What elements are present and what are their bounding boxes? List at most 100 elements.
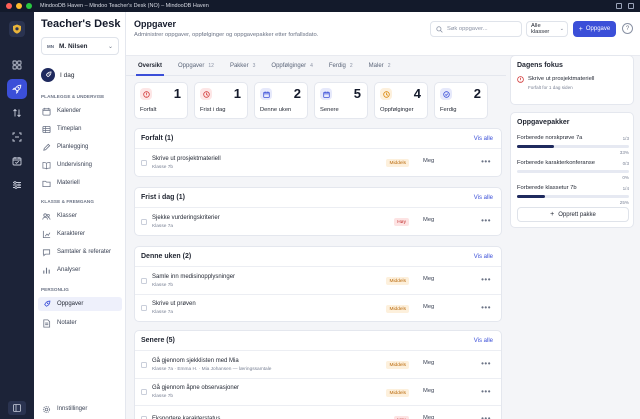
- more-options-icon[interactable]: •••: [481, 216, 491, 225]
- rail-transfer-button[interactable]: [7, 103, 27, 123]
- note-icon: [42, 318, 51, 328]
- sidebar-item-calendar[interactable]: Kalender: [38, 104, 122, 118]
- sidebar-item-analytics[interactable]: Analyser: [38, 263, 122, 277]
- sidebar-item-classes[interactable]: Klasser: [38, 209, 122, 223]
- task-name: Skrive ut prosjektmateriell: [152, 155, 221, 162]
- view-all-link[interactable]: Vis alle: [474, 338, 493, 344]
- tab-maler[interactable]: Maler 2: [361, 56, 399, 76]
- rail-scan-button[interactable]: [7, 127, 27, 147]
- help-icon[interactable]: ?: [622, 23, 633, 34]
- view-all-link[interactable]: Vis alle: [474, 254, 493, 260]
- sidebar-item-label: I dag: [60, 71, 75, 79]
- sidebar-item-planning[interactable]: Planlegging: [38, 140, 122, 154]
- task-group-header: Forfalt (1) Vis alle: [135, 129, 501, 149]
- task-row[interactable]: Gå gjennom sjekklisten med Mia Klasse 7a …: [135, 351, 501, 378]
- stat-card[interactable]: 2 Denne uken: [254, 82, 308, 119]
- user-switcher[interactable]: MN M. Nilsen ⌄: [41, 37, 119, 55]
- tab-label: Ferdig: [328, 62, 346, 69]
- stat-card[interactable]: 4 Oppfølginger: [374, 82, 428, 119]
- package-item[interactable]: Forberede karakterkonferanse 0/3 0%: [517, 160, 629, 180]
- tab-pakker[interactable]: Pakker 3: [222, 56, 263, 76]
- more-options-icon[interactable]: •••: [481, 414, 491, 419]
- brand-title: Teacher's Desk: [41, 18, 121, 30]
- sidebar-item-settings[interactable]: Innstillinger: [38, 402, 122, 416]
- new-task-button[interactable]: + Oppgave: [573, 21, 616, 37]
- sidebar-toggle-icon: [13, 404, 21, 412]
- sidebar-toggle-button[interactable]: [8, 401, 26, 415]
- task-name: Skrive ut prøven: [152, 301, 196, 307]
- task-checkbox[interactable]: [141, 277, 147, 284]
- close-window-button[interactable]: [6, 3, 12, 9]
- more-options-icon[interactable]: •••: [481, 359, 491, 368]
- sidebar-item-tasks[interactable]: Oppgaver: [38, 297, 122, 311]
- view-all-link[interactable]: Vis alle: [474, 195, 493, 201]
- task-row[interactable]: Eksportere karakterstatusHøyMeg•••: [135, 405, 501, 419]
- more-options-icon[interactable]: •••: [481, 387, 491, 396]
- packages-panel: Oppgavepakker Forberede norskprøve 7a 1/3…: [510, 112, 634, 228]
- stat-card[interactable]: 5 Senere: [314, 82, 368, 119]
- more-options-icon[interactable]: •••: [481, 157, 491, 166]
- sidebar-item-notes[interactable]: Notater: [38, 316, 122, 330]
- create-package-label: Opprett pakke: [558, 211, 596, 218]
- main-content: Oppgaver Administrer oppgaver, oppfølgin…: [126, 12, 640, 419]
- sidebar-item-conversations[interactable]: Samtaler & referater: [38, 245, 122, 259]
- stat-label: Oppfølginger: [380, 107, 414, 113]
- more-options-icon[interactable]: •••: [481, 303, 491, 312]
- package-progress-fill: [517, 145, 554, 148]
- tab-ferdig[interactable]: Ferdig 2: [321, 56, 361, 76]
- task-checkbox[interactable]: [141, 159, 147, 166]
- task-checkbox[interactable]: [141, 218, 147, 225]
- rocket-icon: [41, 68, 55, 82]
- package-item[interactable]: Forberede klassetur 7b 1/4 25%: [517, 185, 629, 205]
- pencil-icon: [42, 143, 51, 152]
- tab-oppgaver[interactable]: Oppgaver 12: [170, 56, 222, 76]
- package-row: Forberede klassetur 7b 1/4: [517, 185, 629, 191]
- view-all-link[interactable]: Vis alle: [474, 136, 493, 142]
- rail-calendar-button[interactable]: [7, 151, 27, 171]
- sidebar-item-timetable[interactable]: Timeplan: [38, 122, 122, 136]
- sidebar-item-today[interactable]: I dag: [41, 68, 74, 82]
- task-group-header: Frist i dag (1) Vis alle: [135, 188, 501, 208]
- maximize-window-button[interactable]: [26, 3, 32, 9]
- sidebar-item-label: Samtaler & referater: [57, 249, 112, 255]
- task-checkbox[interactable]: [141, 361, 147, 368]
- task-row[interactable]: Skrive ut prøven Klasse 7a Middels Meg •••: [135, 294, 501, 321]
- package-item[interactable]: Forberede norskprøve 7a 1/3 33%: [517, 135, 629, 155]
- calendar-icon: [42, 107, 51, 116]
- check-circle-icon: [440, 88, 452, 100]
- rail-settings-button[interactable]: [7, 175, 27, 195]
- stat-card[interactable]: 2 Ferdig: [434, 82, 488, 119]
- tab-oppfølginger[interactable]: Oppfølginger 4: [263, 56, 320, 76]
- rail-dashboard-button[interactable]: [7, 55, 27, 75]
- share-icon[interactable]: [616, 3, 622, 9]
- task-row[interactable]: Gå gjennom åpne observasjoner Klasse 7b Mi…: [135, 378, 501, 405]
- focus-item[interactable]: Skrive ut prosjektmateriell Forfalt for …: [517, 76, 594, 90]
- rail-tasks-button[interactable]: [7, 79, 27, 99]
- task-row[interactable]: Sjekke vurderingskriterier Klasse 7a Høy Me…: [135, 208, 501, 235]
- create-package-button[interactable]: + Opprett pakke: [517, 207, 629, 222]
- sidebar-item-teaching[interactable]: Undervisning: [38, 158, 122, 172]
- stat-label: Senere: [320, 107, 339, 113]
- tab-oversikt[interactable]: Oversikt: [130, 56, 170, 76]
- task-checkbox[interactable]: [141, 389, 147, 395]
- priority-badge: Middels: [386, 277, 409, 285]
- minimize-window-button[interactable]: [16, 3, 22, 9]
- task-row[interactable]: Samle inn medisinopplysninger Klasse 7b Mi…: [135, 267, 501, 294]
- page-title: Oppgaver: [134, 19, 177, 29]
- stat-card[interactable]: 1 Frist i dag: [194, 82, 248, 119]
- class-filter-select[interactable]: Alle klasser ⌄: [526, 21, 568, 37]
- task-row[interactable]: Skrive ut prosjektmateriell Klasse 7b Midd…: [135, 149, 501, 176]
- split-view-icon[interactable]: [628, 3, 634, 9]
- sidebar-item-grades[interactable]: Karakterer: [38, 227, 122, 241]
- stat-value: 2: [473, 86, 481, 101]
- stat-card[interactable]: 1 Forfalt: [134, 82, 188, 119]
- package-count: 0/3: [622, 160, 629, 166]
- sidebar-item-materials[interactable]: Materiell: [38, 176, 122, 190]
- window-controls[interactable]: [6, 3, 32, 9]
- task-group: Denne uken (2) Vis alle Samle inn medisino…: [134, 246, 502, 322]
- task-checkbox[interactable]: [141, 305, 147, 311]
- search-input[interactable]: Søk oppgaver...: [430, 21, 522, 37]
- more-options-icon[interactable]: •••: [481, 275, 491, 284]
- tab-label: Maler: [368, 62, 384, 69]
- stat-value: 1: [233, 86, 241, 101]
